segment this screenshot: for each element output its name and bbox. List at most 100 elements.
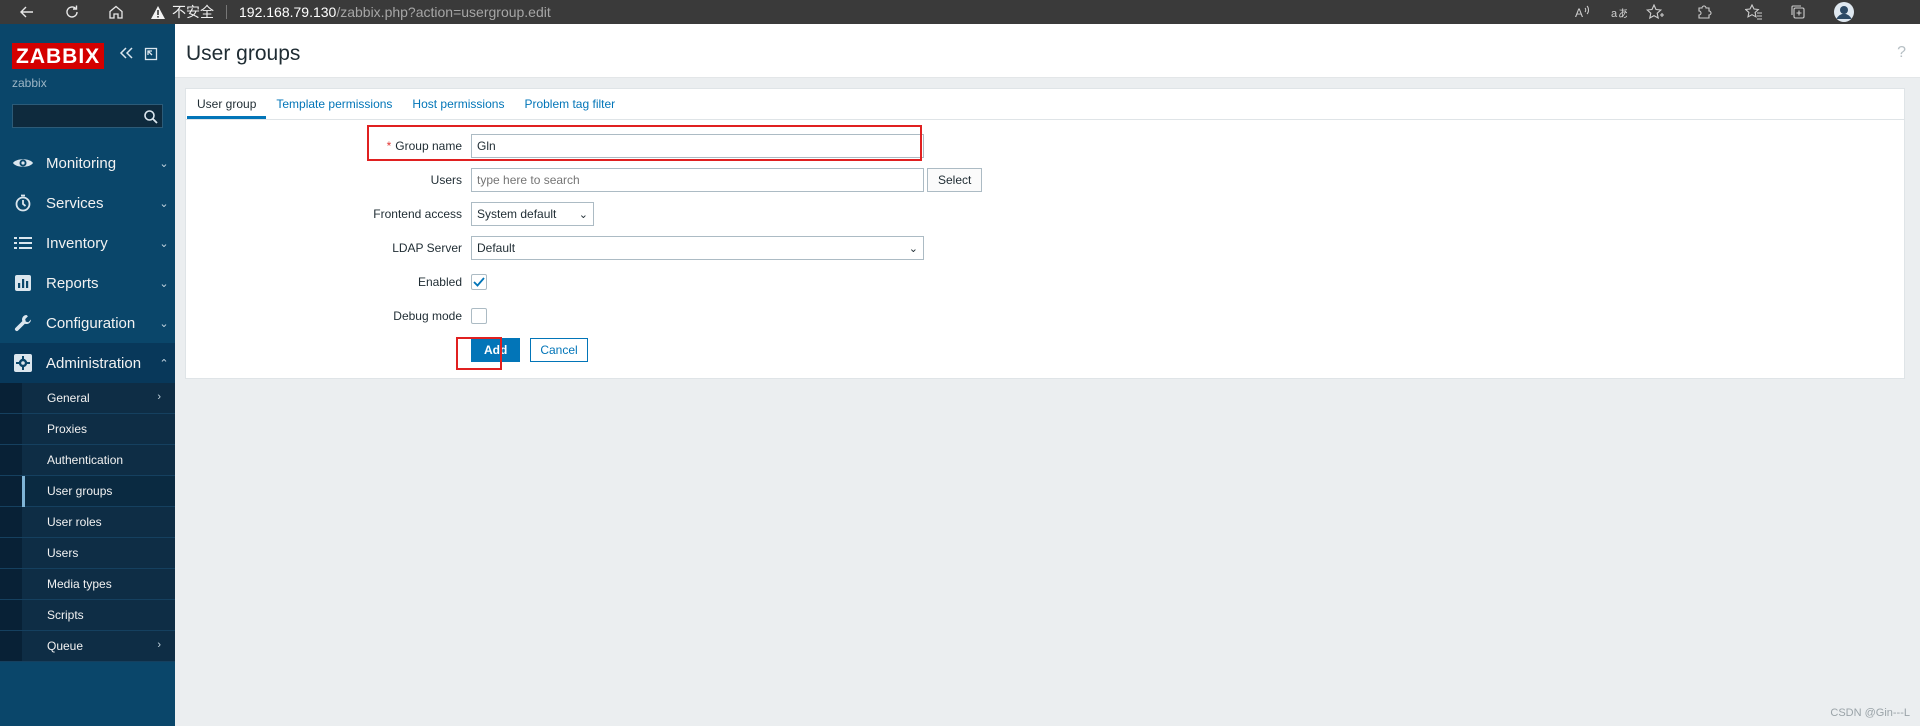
enabled-checkbox[interactable] xyxy=(471,274,487,290)
select-users-button[interactable]: Select xyxy=(927,168,983,192)
menu-services[interactable]: Services ⌄ xyxy=(0,183,175,223)
cancel-button[interactable]: Cancel xyxy=(530,338,588,362)
page-title: User groups xyxy=(186,42,301,65)
chevron-down-icon: ⌄ xyxy=(159,157,169,170)
submenu-indent xyxy=(0,414,22,444)
users-search-input[interactable] xyxy=(471,168,924,192)
chevron-down-icon: ⌄ xyxy=(159,317,169,330)
extensions-icon[interactable] xyxy=(1690,0,1718,24)
menu-label: Reports xyxy=(46,274,99,292)
help-icon[interactable]: ? xyxy=(1897,44,1906,62)
browser-toolbar: 不安全 192.168.79.130/zabbix.php?action=use… xyxy=(0,0,1920,24)
form-tabs: User group Template permissions Host per… xyxy=(186,89,1904,120)
ldap-server-row: LDAP Server Default ⌄ xyxy=(186,234,1904,262)
tab-user-group[interactable]: User group xyxy=(187,89,267,119)
debug-mode-row: Debug mode xyxy=(186,302,1904,330)
back-icon[interactable] xyxy=(12,0,42,24)
tab-host-permissions[interactable]: Host permissions xyxy=(402,89,514,119)
frontend-access-row: Frontend access System default ⌄ xyxy=(186,200,1904,228)
enabled-label: Enabled xyxy=(417,275,462,289)
ldap-server-value: Default xyxy=(477,241,516,255)
sidebar: ZABBIX zabbix Monitoring ⌄ Services ⌄ In… xyxy=(0,24,175,726)
menu-reports[interactable]: Reports ⌄ xyxy=(0,263,175,303)
url-path[interactable]: /zabbix.php?action=usergroup.edit xyxy=(336,4,550,20)
security-label[interactable]: 不安全 xyxy=(172,2,214,22)
clock-icon xyxy=(0,194,46,212)
submenu-item-users[interactable]: Users xyxy=(0,538,175,569)
submenu-label: User groups xyxy=(47,484,113,498)
address-separator xyxy=(226,5,227,19)
submenu-indent xyxy=(0,600,22,630)
submenu-indent xyxy=(0,507,22,537)
submenu-item-user-groups[interactable]: User groups xyxy=(0,476,175,507)
menu-administration[interactable]: Administration ⌃ xyxy=(0,343,175,383)
ldap-server-select[interactable]: Default ⌄ xyxy=(471,236,924,260)
submenu-label: Authentication xyxy=(47,453,124,467)
address-bar[interactable]: 不安全 192.168.79.130/zabbix.php?action=use… xyxy=(150,0,551,24)
ldap-server-label: LDAP Server xyxy=(392,241,462,255)
bar-chart-icon xyxy=(0,274,46,292)
submenu-item-user-roles[interactable]: User roles xyxy=(0,507,175,538)
page-header: User groups ? xyxy=(175,24,1920,78)
submenu-item-authentication[interactable]: Authentication xyxy=(0,445,175,476)
submenu-item-media-types[interactable]: Media types xyxy=(0,569,175,600)
eye-icon xyxy=(0,156,46,170)
kiosk-mode-icon[interactable] xyxy=(144,47,158,64)
watermark: CSDN @Gin---L xyxy=(1830,707,1910,719)
submenu-label: User roles xyxy=(47,515,102,529)
submenu-item-scripts[interactable]: Scripts xyxy=(0,600,175,631)
gear-icon xyxy=(0,353,46,373)
submenu-label: Media types xyxy=(47,577,112,591)
frontend-access-select[interactable]: System default ⌄ xyxy=(471,202,594,226)
submenu-item-queue[interactable]: Queue › xyxy=(0,631,175,662)
collections-icon[interactable] xyxy=(1784,0,1812,24)
tab-problem-tag-filter[interactable]: Problem tag filter xyxy=(514,89,625,119)
submenu-item-proxies[interactable]: Proxies xyxy=(0,414,175,445)
url-host[interactable]: 192.168.79.130 xyxy=(239,4,336,20)
svg-text:a: a xyxy=(1611,8,1618,19)
submenu-label: Proxies xyxy=(47,422,88,436)
chevron-down-icon: ⌄ xyxy=(578,208,588,221)
tab-template-permissions[interactable]: Template permissions xyxy=(266,89,402,119)
warning-icon[interactable] xyxy=(150,5,166,20)
zabbix-logo[interactable]: ZABBIX xyxy=(12,43,105,69)
chevron-up-icon: ⌃ xyxy=(159,357,169,370)
form-actions-row: Add Cancel xyxy=(186,336,1904,364)
menu-monitoring[interactable]: Monitoring ⌄ xyxy=(0,143,175,183)
submenu-label: Users xyxy=(47,546,79,560)
users-label: Users xyxy=(430,173,462,187)
refresh-icon[interactable] xyxy=(57,0,87,24)
submenu-item-general[interactable]: General › xyxy=(0,383,175,414)
menu-label: Inventory xyxy=(46,234,108,252)
submenu-indent xyxy=(0,383,22,413)
enabled-row: Enabled xyxy=(186,268,1904,296)
submenu-label: Scripts xyxy=(47,608,84,622)
svg-text:あ: あ xyxy=(1618,7,1627,19)
chevron-down-icon: ⌄ xyxy=(159,197,169,210)
favorite-add-icon[interactable] xyxy=(1641,0,1669,24)
frontend-access-label: Frontend access xyxy=(373,207,462,221)
read-aloud-icon[interactable]: A xyxy=(1568,0,1596,24)
debug-mode-checkbox[interactable] xyxy=(471,308,487,324)
menu-inventory[interactable]: Inventory ⌄ xyxy=(0,223,175,263)
profile-avatar[interactable] xyxy=(1830,0,1858,24)
svg-text:A: A xyxy=(1575,6,1583,19)
list-icon xyxy=(0,236,46,250)
submenu-label: Queue xyxy=(47,639,84,653)
collapse-sidebar-icon[interactable] xyxy=(118,46,134,63)
menu-label: Monitoring xyxy=(46,154,117,172)
submenu-label: General xyxy=(47,391,90,405)
menu-configuration[interactable]: Configuration ⌄ xyxy=(0,303,175,343)
translate-icon[interactable]: aあ xyxy=(1605,0,1633,24)
chevron-right-icon: › xyxy=(157,391,161,403)
home-icon[interactable] xyxy=(101,0,131,24)
search-icon[interactable] xyxy=(143,109,159,128)
sidebar-search-input[interactable] xyxy=(12,104,163,128)
checkmark-icon xyxy=(473,277,485,287)
chevron-down-icon: ⌄ xyxy=(159,277,169,290)
submenu-indent xyxy=(0,476,22,506)
add-button-highlight-box xyxy=(456,337,502,370)
favorites-icon[interactable] xyxy=(1740,0,1768,24)
chevron-down-icon: ⌄ xyxy=(908,242,918,255)
submenu-indent xyxy=(0,538,22,568)
